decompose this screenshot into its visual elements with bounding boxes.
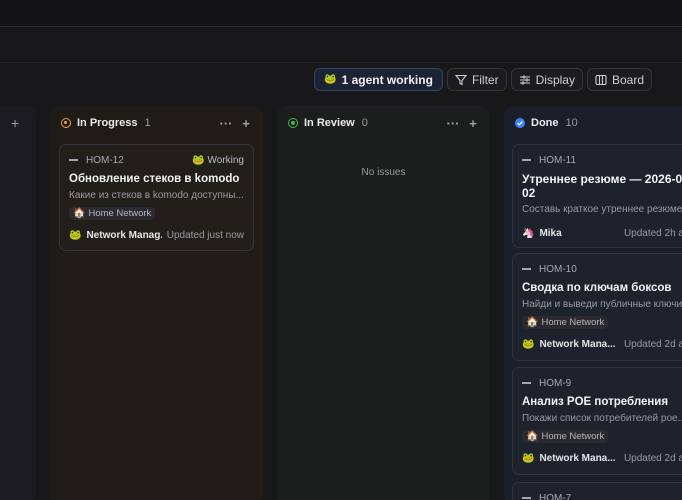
issue-description: Какие из стеков в komodo доступны... [69,190,244,201]
project-tag-label: Home Network [541,317,605,328]
column-menu-icon[interactable]: ··· [219,116,233,131]
display-button[interactable]: Display [510,68,583,91]
assignee-name: Network Mana... [539,339,616,350]
assignee-name: Network Mana... [539,453,616,464]
working-label: Working [207,154,245,166]
filter-icon [454,74,467,85]
column-done: Done 10 ··· HOM-11 Утреннее резюме — 202… [504,106,682,500]
house-icon: 🏠 [526,317,539,328]
issue-description: Составь краткое утреннее резюме [522,204,682,215]
display-icon [519,75,530,84]
priority-none-icon [522,159,531,161]
priority-none-icon [522,497,531,499]
column-partial-left [0,106,36,500]
assignee-name: Mika [539,228,562,239]
issue-id: HOM-7 [539,492,572,500]
in-progress-status-icon [61,118,71,128]
display-label: Display [535,72,575,87]
project-tag[interactable]: 🏠 Home Network [69,207,156,220]
top-bar [0,0,682,26]
issue-description: Найди и выведи публичные ключи... [522,299,682,310]
issue-title: Сводка по ключам боксов [522,282,672,294]
issue-card-hom-7[interactable]: HOM-7 [512,482,682,500]
priority-none-icon [522,268,531,270]
column-header-in-progress: In Progress 1 ··· + [61,116,253,131]
house-icon: 🏠 [526,431,539,442]
issue-card-hom-12[interactable]: HOM-12 🐸 Working Обновление стеков в kom… [59,144,254,251]
column-title: Done [531,117,559,129]
empty-column-text: No issues [361,167,406,178]
column-count: 1 [144,117,151,129]
working-status: 🐸 Working [192,155,244,166]
priority-none-icon [522,382,531,384]
column-title: In Progress [77,117,138,129]
frog-icon: 🐸 [69,230,82,241]
project-tag-label: Home Network [541,431,605,442]
updated-time: Updated 2d a [623,453,682,464]
agent-working-button[interactable]: 🐸 1 agent working [314,68,443,91]
column-header-done: Done 10 ··· [515,116,682,130]
updated-time: Updated 2h a [623,228,682,239]
add-issue-button[interactable]: + [239,116,253,131]
column-title: In Review [304,117,355,129]
column-menu-icon[interactable]: ··· [446,116,460,131]
column-count: 0 [361,117,368,129]
issue-title-line1: Утреннее резюме — 2026-09- [522,172,682,186]
issue-card-hom-11[interactable]: HOM-11 Утреннее резюме — 2026-09- 02 Сос… [512,144,682,248]
unicorn-icon: 🦄 [522,228,535,239]
done-status-icon [515,118,525,128]
agent-working-label: 1 agent working [341,72,433,87]
assignee-name: Network Manag... [86,230,162,241]
add-issue-button[interactable]: + [466,116,480,131]
project-tag-label: Home Network [88,208,152,219]
board-icon [595,74,607,85]
board-button[interactable]: Board [586,68,652,91]
frog-icon: 🐸 [522,453,535,464]
priority-none-icon [69,159,78,161]
issue-id: HOM-9 [539,377,572,389]
issue-id: HOM-11 [539,154,577,166]
board-label: Board [611,72,644,87]
issue-id: HOM-10 [539,263,577,275]
add-issue-button-left[interactable]: + [11,115,19,131]
updated-time: Updated just now [166,230,244,241]
column-in-review: In Review 0 ··· + [277,106,490,500]
header-row [0,26,682,63]
issue-card-hom-10[interactable]: HOM-10 Сводка по ключам боксов Найди и в… [512,253,682,361]
frog-icon: 🐸 [192,154,205,166]
project-tag[interactable]: 🏠 Home Network [522,430,609,443]
in-review-status-icon [288,118,298,128]
frog-icon: 🐸 [522,339,535,350]
column-count: 10 [565,117,578,129]
issue-id: HOM-12 [86,154,124,166]
issue-title-line2: 02 [522,186,536,200]
updated-time: Updated 2d a [623,339,682,350]
column-header-in-review: In Review 0 ··· + [288,116,480,131]
filter-label: Filter [471,72,499,87]
issue-title: Анализ POE потребления [522,396,669,408]
filter-button[interactable]: Filter [446,68,507,91]
column-in-progress: In Progress 1 ··· + HOM-12 🐸 Working Обн… [50,106,263,500]
issue-title: Обновление стеков в komodo [69,173,240,185]
project-tag[interactable]: 🏠 Home Network [522,316,609,329]
view-toolbar: 🐸 1 agent working Filter Display Board [314,68,652,91]
frog-icon: 🐸 [324,74,337,85]
issue-description: Покажи список потребителей рое... [522,413,682,424]
issue-card-hom-9[interactable]: HOM-9 Анализ POE потребления Покажи спис… [512,367,682,475]
house-icon: 🏠 [73,208,86,219]
